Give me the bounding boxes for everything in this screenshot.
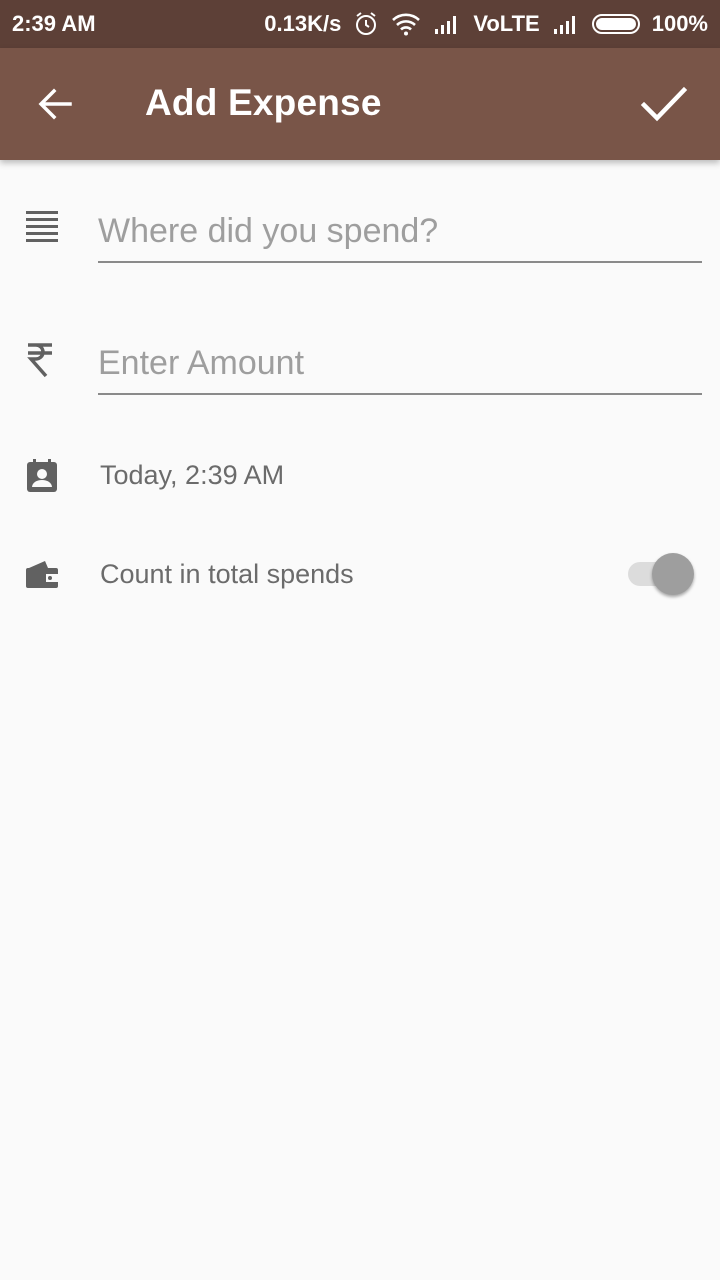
carrier-label: VoLTE: [473, 11, 540, 36]
app-bar: Add Expense: [0, 48, 720, 160]
calendar-icon: [26, 459, 58, 498]
place-field: [98, 212, 702, 263]
amount-input[interactable]: [98, 344, 702, 393]
wifi-icon: [391, 12, 421, 36]
place-input[interactable]: [98, 212, 702, 261]
notes-icon: [26, 210, 58, 247]
count-toggle-switch[interactable]: [628, 553, 694, 595]
status-indicators: 0.13K/s VoLTE 100%: [264, 11, 708, 37]
status-time: 2:39 AM: [12, 11, 96, 36]
date-time-value[interactable]: Today, 2:39 AM: [100, 460, 284, 491]
alarm-icon: [353, 11, 379, 37]
check-icon[interactable]: [636, 78, 692, 130]
page-title: Add Expense: [145, 82, 382, 123]
wallet-icon: [26, 560, 58, 593]
count-toggle-label: Count in total spends: [100, 559, 354, 589]
signal-icon: [433, 13, 461, 35]
signal-icon: [552, 13, 580, 35]
rupee-icon: [26, 342, 54, 383]
arrow-back-icon[interactable]: [34, 84, 76, 124]
battery-icon: [591, 14, 640, 34]
toggle-thumb: [652, 553, 694, 595]
net-speed: 0.13K/s: [264, 11, 342, 36]
status-bar: 2:39 AM 0.13K/s VoLTE 100%: [0, 0, 720, 48]
battery-percent: 100%: [651, 11, 708, 36]
amount-field: [98, 344, 702, 395]
